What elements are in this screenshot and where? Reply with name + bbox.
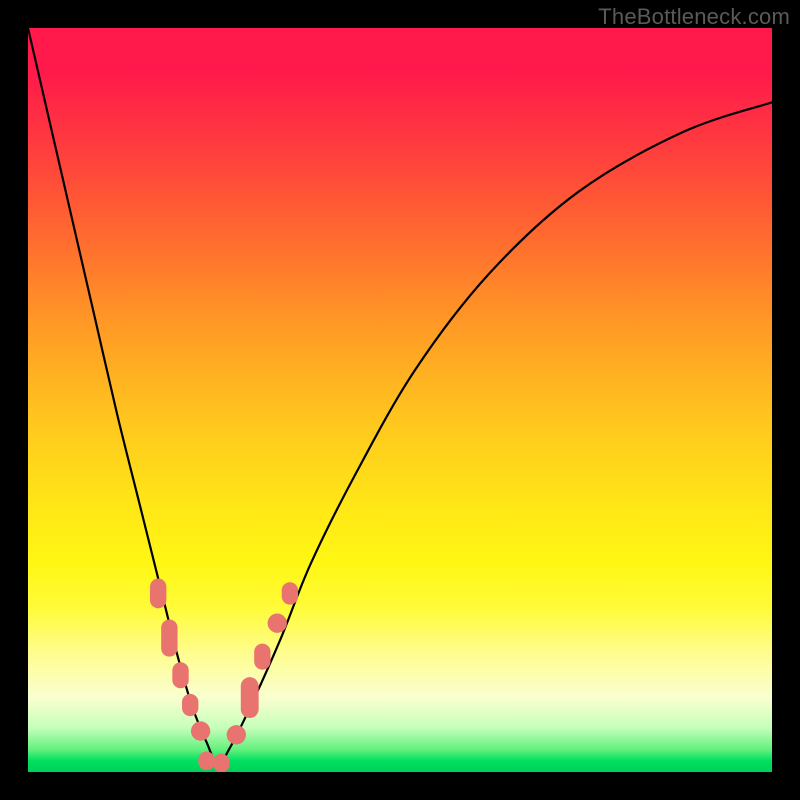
bead-marker — [268, 614, 287, 633]
bottleneck-curve — [28, 28, 772, 765]
bead-marker — [198, 752, 214, 771]
bead-marker — [172, 662, 188, 688]
bead-marker — [213, 754, 229, 772]
chart-frame: TheBottleneck.com — [0, 0, 800, 800]
bottleneck-curve-svg — [28, 28, 772, 772]
plot-area — [28, 28, 772, 772]
bead-marker — [150, 579, 166, 609]
bead-marker — [282, 582, 298, 604]
bead-marker — [182, 694, 198, 716]
bead-marker — [161, 619, 177, 656]
bead-group — [150, 579, 298, 772]
bead-marker — [191, 721, 210, 740]
bead-marker — [227, 725, 246, 744]
bead-marker — [254, 644, 270, 670]
watermark-text: TheBottleneck.com — [598, 4, 790, 30]
bead-marker — [241, 677, 259, 718]
